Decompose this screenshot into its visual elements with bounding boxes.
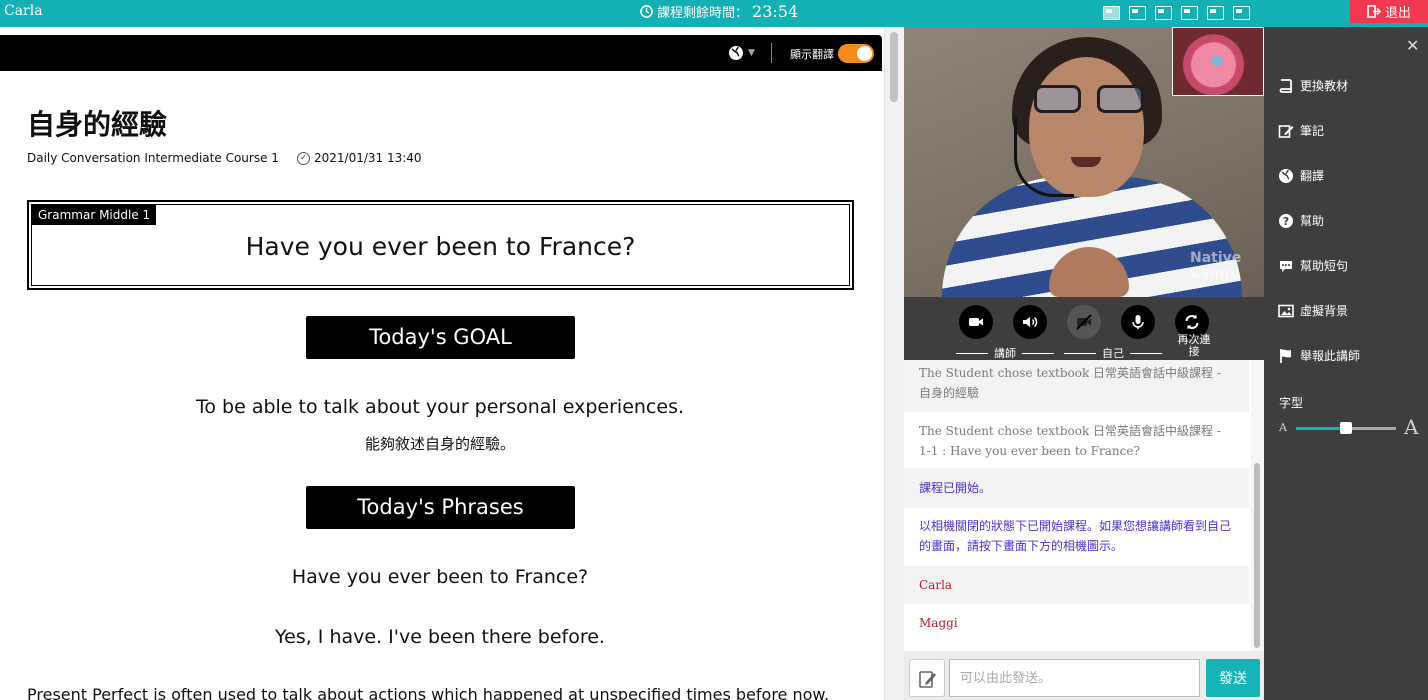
timer-label: 課程剩餘時間：	[657, 6, 749, 21]
course-date-value: 2021/01/31 13:40	[314, 151, 422, 165]
self-video-preview[interactable]	[1172, 27, 1264, 96]
phrase-2: Yes, I have. I've been there before.	[275, 626, 605, 648]
sidebar-item-help-phrases[interactable]: 幫助短句	[1278, 257, 1348, 274]
self-controls-label: 自己	[1064, 345, 1162, 361]
exit-button[interactable]: 退出	[1350, 0, 1428, 23]
layout-3-icon[interactable]	[1155, 6, 1172, 20]
chat-message: Carla	[904, 566, 1249, 604]
top-bar: Carla 課程剩餘時間： 23:54 退出	[0, 0, 1428, 27]
chat-message: The Student chose textbook 日常英語會話中級課程 - …	[904, 360, 1249, 412]
todays-goal-heading: Today's GOAL	[306, 316, 575, 359]
video-camera-icon	[969, 318, 983, 326]
font-small-icon: A	[1279, 421, 1287, 434]
exit-icon	[1367, 5, 1381, 18]
phrase-1: Have you ever been to France?	[291, 566, 589, 588]
timer-value: 23:54	[752, 2, 799, 21]
flag-icon	[1280, 348, 1291, 363]
notes-button[interactable]	[909, 659, 945, 697]
lesson-body-text: Present Perfect is often used to talk ab…	[27, 685, 830, 700]
font-size-label: 字型	[1279, 396, 1304, 410]
microphone-icon	[1132, 315, 1144, 329]
chat-message: 以相機關閉的狀態下已開始課程。如果您想讓講師看到自己的畫面，請按下畫面下方的相機…	[919, 519, 1232, 553]
edit-icon	[1278, 124, 1294, 138]
globe-icon	[729, 46, 743, 60]
page-title: 自身的經驗	[27, 108, 168, 141]
sidebar-item-report-teacher[interactable]: 舉報此講師	[1278, 347, 1360, 364]
note-edit-icon	[919, 671, 936, 688]
chat-message: Maggi	[919, 616, 958, 630]
chat-input[interactable]	[949, 659, 1200, 697]
exit-label: 退出	[1384, 6, 1411, 21]
grammar-tag: Grammar Middle 1	[32, 205, 157, 225]
chat-input-bar: 發送	[904, 651, 1264, 700]
teacher-controls-label: 講師	[956, 345, 1054, 361]
font-size-slider[interactable]	[1296, 422, 1396, 434]
toolbar-divider	[771, 43, 772, 63]
image-icon	[1278, 304, 1294, 317]
textbook-panel: ▼ 顯示翻譯 自身的經驗 Daily Conversation Intermed…	[0, 27, 884, 700]
scrollbar-thumb[interactable]	[1254, 463, 1260, 648]
chat-message: The Student chose textbook 日常英語會話中級課程 - …	[919, 424, 1221, 458]
layout-5-icon[interactable]	[1207, 6, 1224, 20]
lesson-timer: 課程剩餘時間： 23:54	[640, 2, 798, 21]
sidebar-item-notes[interactable]: 筆記	[1278, 122, 1324, 139]
language-dropdown[interactable]: ▼	[728, 45, 755, 61]
send-button[interactable]: 發送	[1206, 659, 1260, 697]
layout-switcher	[1103, 6, 1250, 20]
layout-6-icon[interactable]	[1233, 6, 1250, 20]
chat-log: The Student chose textbook 日常英語會話中級課程 - …	[904, 360, 1264, 651]
globe-icon	[1279, 168, 1293, 183]
layout-1-icon[interactable]	[1103, 6, 1120, 20]
grammar-title: Have you ever been to France?	[245, 232, 636, 261]
translation-toggle[interactable]	[838, 44, 874, 63]
textbook-scrollbar[interactable]	[884, 27, 904, 700]
user-name: Carla	[4, 3, 43, 19]
video-watermark: Native Camp	[1190, 250, 1242, 281]
todays-phrases-heading: Today's Phrases	[306, 486, 575, 529]
chevron-down-icon: ▼	[748, 48, 755, 58]
sidebar-item-translate[interactable]: 翻譯	[1278, 167, 1324, 184]
course-date: ✓ 2021/01/31 13:40	[297, 151, 422, 165]
sidebar-item-help[interactable]: ? 幫助	[1278, 212, 1324, 229]
translation-toggle-label: 顯示翻譯	[790, 48, 834, 61]
course-name: Daily Conversation Intermediate Course 1	[27, 151, 279, 165]
close-icon[interactable]: ✕	[1406, 36, 1419, 55]
speaker-icon	[1023, 316, 1038, 328]
speech-icon	[1280, 260, 1292, 272]
svg-text:?: ?	[1283, 215, 1289, 228]
right-sidebar: ✕ 更換教材 筆記 翻譯 ? 幫助 幫助短句 虛擬背景 舉報此講師 字型 A A	[1264, 27, 1428, 700]
sidebar-item-virtual-background[interactable]: 虛擬背景	[1278, 302, 1348, 319]
check-circle-icon: ✓	[297, 151, 310, 165]
teacher-video: Native Camp	[904, 27, 1264, 297]
refresh-icon	[1185, 314, 1199, 330]
layout-2-icon[interactable]	[1129, 6, 1146, 20]
textbook-toolbar: ▼ 顯示翻譯	[0, 35, 882, 71]
clock-icon	[640, 5, 653, 18]
question-icon: ?	[1279, 213, 1293, 228]
chat-message: 課程已開始。	[904, 468, 1249, 508]
goal-text-en: To be able to talk about your personal e…	[195, 396, 685, 418]
reconnect-label: 再次連接	[1177, 333, 1211, 358]
layout-4-icon[interactable]	[1181, 6, 1198, 20]
camera-off-icon	[1076, 314, 1092, 330]
speaker-button[interactable]	[1013, 305, 1047, 339]
font-size-slider-fill	[1296, 427, 1346, 430]
microphone-button[interactable]	[1121, 305, 1155, 339]
goal-text-zh: 能夠敘述自身的經驗。	[364, 435, 515, 453]
camera-button[interactable]	[959, 305, 993, 339]
font-size-slider-handle[interactable]	[1340, 422, 1352, 434]
video-control-bar: 講師 自己 再次連接	[904, 297, 1264, 360]
book-icon	[1279, 78, 1292, 93]
sidebar-item-change-textbook[interactable]: 更換教材	[1278, 77, 1348, 94]
font-large-icon: A	[1404, 415, 1419, 439]
scrollbar-thumb[interactable]	[890, 32, 898, 102]
grammar-box: Grammar Middle 1 Have you ever been to F…	[27, 200, 854, 290]
chat-scrollbar[interactable]	[1251, 360, 1264, 651]
self-camera-off-button[interactable]	[1067, 305, 1101, 339]
